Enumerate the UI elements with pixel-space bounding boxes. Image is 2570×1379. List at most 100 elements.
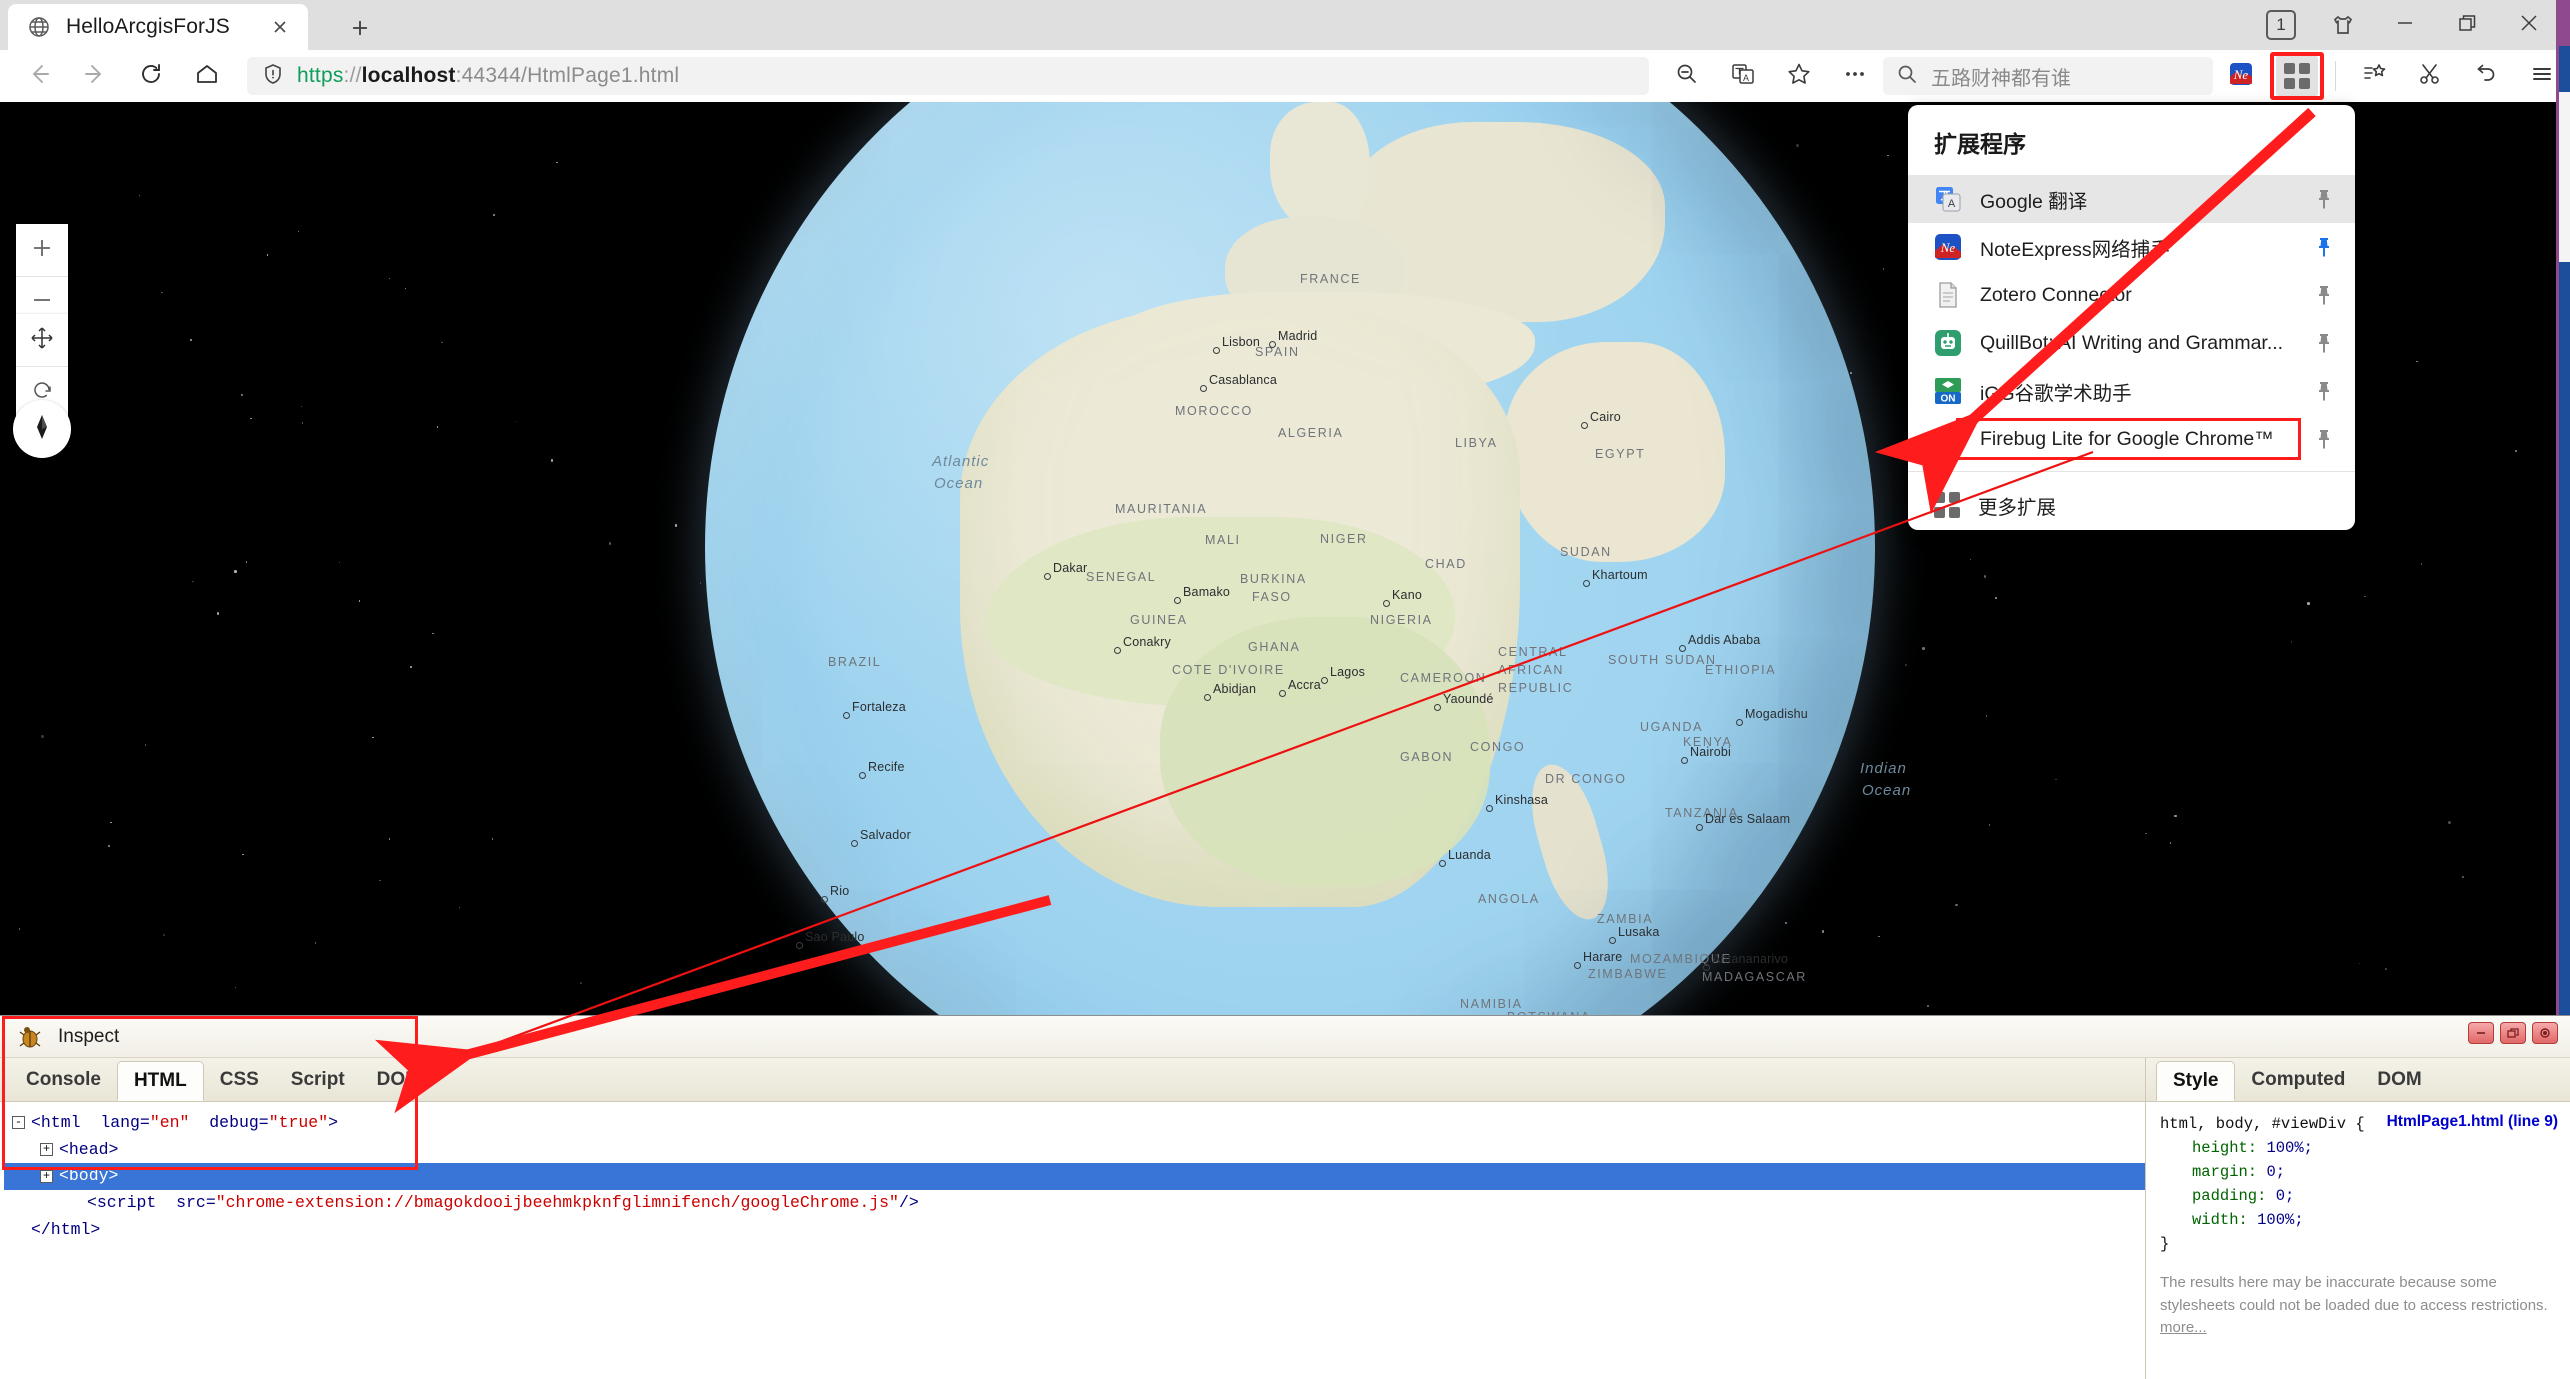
tree-twisty[interactable]: + [40, 1142, 53, 1156]
back-button[interactable] [14, 51, 64, 101]
plus-icon [29, 235, 55, 266]
compass-widget[interactable] [13, 400, 71, 458]
noteexpress-extension-button[interactable]: Ne [2216, 51, 2266, 101]
firebug-restore-button[interactable] [2500, 1022, 2526, 1044]
extension-item[interactable]: ON iGG谷歌学术助手 [1908, 367, 2355, 415]
reload-button[interactable] [126, 51, 176, 101]
history-undo-icon [2473, 61, 2499, 92]
close-button[interactable] [2498, 0, 2560, 50]
close-icon[interactable] [266, 13, 294, 41]
firebug-style-pane[interactable]: HtmlPage1.html (line 9) html, body, #vie… [2145, 1102, 2570, 1379]
collections-button[interactable] [2349, 51, 2399, 101]
map-city-dot [1703, 964, 1710, 971]
firebug-tab-computed[interactable]: Computed [2235, 1058, 2361, 1101]
more-extensions-item[interactable]: 更多扩展 [1908, 480, 2355, 530]
search-box[interactable]: 五路财神都有谁 [1883, 57, 2213, 95]
minimize-button[interactable] [2374, 0, 2436, 50]
firebug-tab-dom[interactable]: DOM [2361, 1058, 2437, 1101]
favorite-button[interactable] [1774, 51, 1824, 101]
pin-icon[interactable] [2305, 236, 2343, 258]
pin-icon[interactable] [2305, 380, 2343, 402]
extensions-button[interactable] [2276, 55, 2318, 97]
zoom-widget [16, 224, 68, 328]
map-city-dot [1321, 677, 1328, 684]
style-source-link[interactable]: HtmlPage1.html (line 9) [2387, 1110, 2558, 1134]
css-declaration: width: 100%; [2160, 1208, 2556, 1232]
svg-text:A: A [1743, 73, 1749, 83]
translate-button[interactable]: A [1718, 51, 1768, 101]
tree-twisty[interactable]: - [12, 1116, 25, 1130]
pin-icon[interactable] [2305, 428, 2343, 450]
extension-item[interactable]: Ne NoteExpress网络捕手 [1908, 223, 2355, 271]
map-city-dot [1439, 860, 1446, 867]
address-bar[interactable]: https://localhost:44344/HtmlPage1.html [247, 57, 1649, 95]
pin-icon[interactable] [2305, 332, 2343, 354]
map-city-dot [1204, 694, 1211, 701]
new-tab-button[interactable] [340, 10, 380, 50]
extensions-grid-icon [2284, 63, 2310, 89]
extensions-grid-icon [1934, 492, 1960, 518]
firebug-minimize-button[interactable] [2468, 1022, 2494, 1044]
pin-icon[interactable] [2305, 284, 2343, 306]
firebug-topbar: Inspect [0, 1016, 2570, 1058]
collections-shirt-icon[interactable] [2312, 0, 2374, 50]
firebug-tab-script[interactable]: Script [275, 1058, 361, 1101]
extension-item[interactable]: QuillBot: AI Writing and Grammar... [1908, 319, 2355, 367]
extension-item[interactable]: Zotero Connector [1908, 271, 2355, 319]
search-input-placeholder[interactable]: 五路财神都有谁 [1931, 62, 2071, 91]
pin-icon[interactable] [2305, 188, 2343, 210]
maximize-button[interactable] [2436, 0, 2498, 50]
firebug-main-tabs: Console HTML CSS Script DOM [0, 1058, 437, 1101]
map-city-dot [1736, 719, 1743, 726]
browser-toolbar: https://localhost:44344/HtmlPage1.html A [0, 50, 2570, 102]
browser-tab[interactable]: HelloArcgisForJS [8, 4, 308, 50]
svg-text:A: A [1948, 198, 1956, 210]
zotero-icon [1934, 281, 1962, 309]
star-icon [1786, 61, 1812, 92]
html-tree-node[interactable]: + <body> [4, 1163, 2145, 1191]
extension-item-label: iGG谷歌学术助手 [1980, 382, 2132, 405]
html-tree-node[interactable]: </html> [4, 1217, 2145, 1244]
pan-button[interactable] [16, 314, 68, 366]
map-city-dot [1696, 824, 1703, 831]
map-city-dot [1174, 597, 1181, 604]
workspace-count-button[interactable]: 1 [2250, 0, 2312, 50]
firebug-html-tree[interactable]: - <html lang="en" debug="true"> + <head> + <b… [0, 1102, 2145, 1244]
cut-button[interactable] [2405, 51, 2455, 101]
forward-button[interactable] [70, 51, 120, 101]
firebug-tab-dom[interactable]: DOM [361, 1058, 437, 1101]
firebug-tab-style[interactable]: Style [2156, 1061, 2236, 1101]
css-declaration: height: 100%; [2160, 1136, 2556, 1160]
firebug-lite-panel[interactable]: Inspect Console HTML CSS Script DOM Styl… [0, 1015, 2570, 1379]
tree-twisty[interactable]: + [40, 1169, 53, 1183]
map-city-dot [1486, 805, 1493, 812]
css-declaration: margin: 0; [2160, 1160, 2556, 1184]
extension-item[interactable]: A Google 翻译 [1908, 175, 2355, 223]
html-tree-node[interactable]: + <head> [4, 1137, 2145, 1164]
landmass-madagascar [1519, 756, 1621, 928]
firebug-tab-html[interactable]: HTML [116, 1061, 204, 1101]
find-on-page-button[interactable] [1662, 51, 1712, 101]
page-more-button[interactable] [1830, 51, 1880, 101]
history-button[interactable] [2461, 51, 2511, 101]
zoom-in-button[interactable] [16, 224, 68, 276]
home-button[interactable] [182, 51, 232, 101]
firebug-html-pane[interactable]: - <html lang="en" debug="true"> + <head> + <b… [0, 1102, 2145, 1379]
extensions-list: A Google 翻译 Ne NoteExpress网络捕手 Zotero Connec… [1908, 175, 2355, 463]
extension-item[interactable]: Firebug Lite for Google Chrome™ [1908, 415, 2355, 463]
plus-icon [348, 16, 372, 45]
firebug-tab-css[interactable]: CSS [204, 1058, 275, 1101]
firebug-tab-console[interactable]: Console [10, 1058, 117, 1101]
noteexpress-icon: Ne [2227, 60, 2255, 93]
url-host: localhost [361, 64, 456, 87]
firebug-style-note-link[interactable]: more... [2160, 1319, 2207, 1336]
shield-warning-icon[interactable] [261, 62, 285, 91]
svg-text:Ne: Ne [2233, 67, 2249, 82]
firebug-style-note-text: The results here may be inaccurate becau… [2160, 1274, 2548, 1314]
firebug-close-button[interactable] [2532, 1022, 2558, 1044]
html-tree-node[interactable]: <script src="chrome-extension://bmagokdo… [4, 1190, 2145, 1217]
html-tree-node[interactable]: - <html lang="en" debug="true"> [4, 1110, 2145, 1137]
four-arrows-pan-icon [29, 325, 55, 356]
globe[interactable] [705, 102, 1875, 1015]
firebug-inspect-label[interactable]: Inspect [58, 1026, 119, 1048]
